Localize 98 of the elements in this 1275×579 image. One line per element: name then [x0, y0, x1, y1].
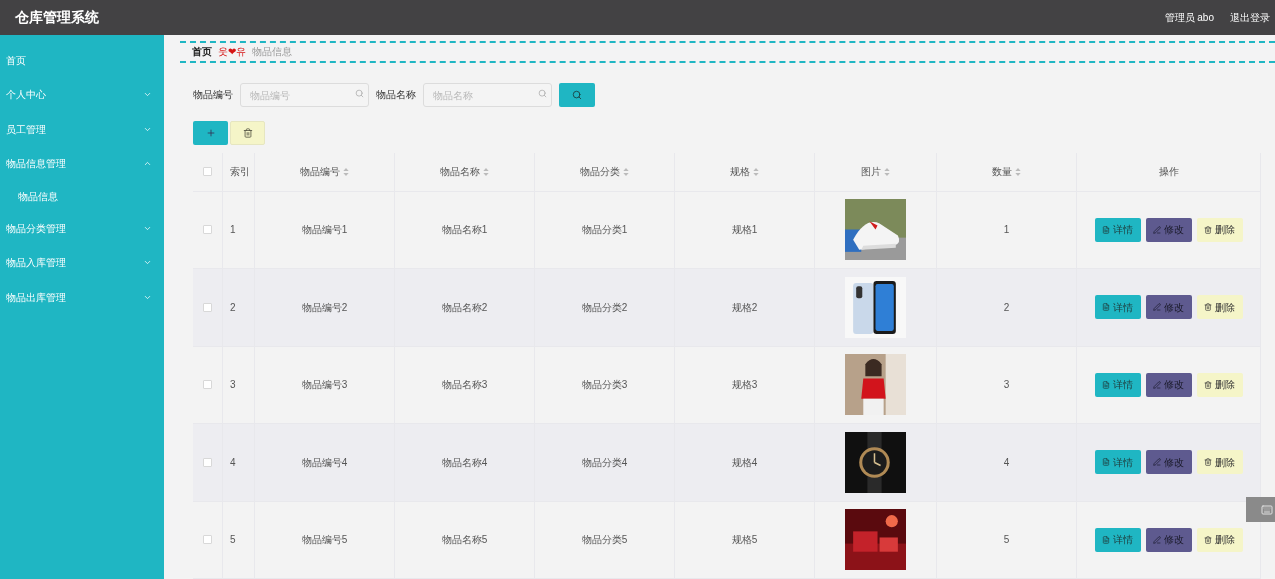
detail-button[interactable]: 详情 — [1094, 295, 1141, 320]
table-cell-text: 规格5 — [731, 533, 758, 548]
document-icon — [1102, 225, 1110, 234]
field-label: 物品编号 — [193, 88, 233, 102]
keyboard-widget[interactable] — [1246, 497, 1275, 522]
table-cell-text: 物品名称3 — [441, 378, 488, 393]
table-cell-text: 物品编号2 — [301, 300, 348, 315]
batch-delete-button[interactable] — [230, 120, 265, 145]
delete-button[interactable]: 删除 — [1196, 217, 1243, 242]
column-header: 索引 — [230, 165, 250, 179]
table-cell-text: 物品编号1 — [301, 223, 348, 238]
table-cell-text: 5 — [1003, 533, 1010, 548]
pen-icon — [1153, 535, 1161, 544]
table-cell-text: 物品分类3 — [581, 378, 628, 393]
trash-icon — [1204, 225, 1212, 234]
breadcrumb-separator: 웃❤유 — [218, 45, 246, 60]
table-cell-text: 3 — [1003, 378, 1010, 393]
column-header[interactable]: 数量 — [992, 164, 1021, 179]
delete-button[interactable]: 删除 — [1196, 527, 1243, 552]
table-cell-text: 规格1 — [731, 223, 758, 238]
detail-button[interactable]: 详情 — [1094, 527, 1141, 552]
checkbox[interactable] — [203, 302, 212, 312]
table-cell-text: 5 — [230, 533, 236, 548]
checkbox[interactable] — [203, 225, 212, 235]
breadcrumb-current: 物品信息 — [252, 45, 292, 60]
table-cell-text: 3 — [230, 378, 236, 393]
search-button[interactable] — [559, 82, 595, 107]
edit-button[interactable]: 修改 — [1145, 217, 1192, 242]
table-cell-text: 物品名称5 — [441, 533, 488, 548]
breadcrumb-home[interactable]: 首页 — [192, 44, 212, 60]
checkbox[interactable] — [203, 380, 212, 390]
sort-icon — [343, 167, 349, 176]
column-header[interactable]: 规格 — [730, 164, 759, 179]
table-cell-text: 物品分类1 — [581, 223, 628, 238]
add-button[interactable] — [193, 120, 228, 145]
table-cell-text: 规格2 — [731, 300, 758, 315]
edit-button[interactable]: 修改 — [1145, 295, 1192, 320]
sort-icon — [1015, 167, 1021, 176]
table-cell-text: 物品分类2 — [581, 300, 628, 315]
search-icon — [538, 89, 547, 99]
table-cell-text: 规格3 — [731, 378, 758, 393]
pen-icon — [1153, 225, 1161, 234]
user-name: 管理员 abo — [1164, 11, 1214, 25]
detail-button[interactable]: 详情 — [1094, 372, 1141, 397]
checkbox[interactable] — [203, 535, 212, 545]
document-icon — [1102, 535, 1110, 544]
table-cell-text: 2 — [230, 300, 236, 315]
keyboard-icon — [1261, 503, 1273, 516]
document-icon — [1102, 303, 1110, 312]
table-cell-text: 物品编号4 — [301, 455, 348, 470]
checkbox[interactable] — [203, 457, 212, 467]
table-cell-text: 物品名称1 — [441, 223, 488, 238]
plus-icon — [205, 127, 216, 138]
trash-icon — [1204, 303, 1212, 312]
detail-button[interactable]: 详情 — [1094, 217, 1141, 242]
table-cell-text: 物品分类4 — [581, 455, 628, 470]
column-header[interactable]: 物品编号 — [300, 164, 349, 179]
column-header: 操作 — [1158, 165, 1179, 179]
table-cell-text: 物品名称4 — [441, 455, 488, 470]
trash-icon — [242, 127, 253, 138]
pen-icon — [1153, 303, 1161, 312]
detail-button[interactable]: 详情 — [1094, 450, 1141, 475]
sort-icon — [483, 167, 489, 176]
table-cell-text: 物品编号5 — [301, 533, 348, 548]
document-icon — [1102, 458, 1110, 467]
table-cell-text: 1 — [230, 223, 236, 238]
sort-icon — [753, 167, 759, 176]
delete-button[interactable]: 删除 — [1196, 372, 1243, 397]
app-title: 仓库管理系统 — [15, 8, 99, 27]
table-cell-text: 物品名称2 — [441, 300, 488, 315]
sort-icon — [623, 167, 629, 176]
table-cell-text: 物品分类5 — [581, 533, 628, 548]
delete-button[interactable]: 删除 — [1196, 450, 1243, 475]
sort-icon — [884, 167, 890, 176]
edit-button[interactable]: 修改 — [1145, 450, 1192, 475]
trash-icon — [1204, 458, 1212, 467]
document-icon — [1102, 380, 1110, 389]
trash-icon — [1204, 380, 1212, 389]
column-header[interactable]: 图片 — [861, 164, 890, 179]
table-cell-text: 规格4 — [731, 455, 758, 470]
table-cell-text: 4 — [1003, 455, 1010, 470]
field-label: 物品名称 — [376, 88, 416, 102]
trash-icon — [1204, 535, 1212, 544]
delete-button[interactable]: 删除 — [1196, 295, 1243, 320]
pen-icon — [1153, 458, 1161, 467]
logout-link[interactable]: 退出登录 — [1230, 10, 1270, 25]
table-cell-text: 2 — [1003, 300, 1010, 315]
table-cell-text: 4 — [230, 455, 236, 470]
table-cell-text: 物品编号3 — [301, 378, 348, 393]
table-cell-text: 1 — [1003, 223, 1010, 238]
checkbox[interactable] — [203, 167, 212, 176]
edit-button[interactable]: 修改 — [1145, 372, 1192, 397]
search-icon — [355, 89, 364, 99]
column-header[interactable]: 物品名称 — [440, 164, 489, 179]
pen-icon — [1153, 380, 1161, 389]
search-icon — [572, 89, 582, 100]
edit-button[interactable]: 修改 — [1145, 527, 1192, 552]
column-header[interactable]: 物品分类 — [580, 164, 629, 179]
